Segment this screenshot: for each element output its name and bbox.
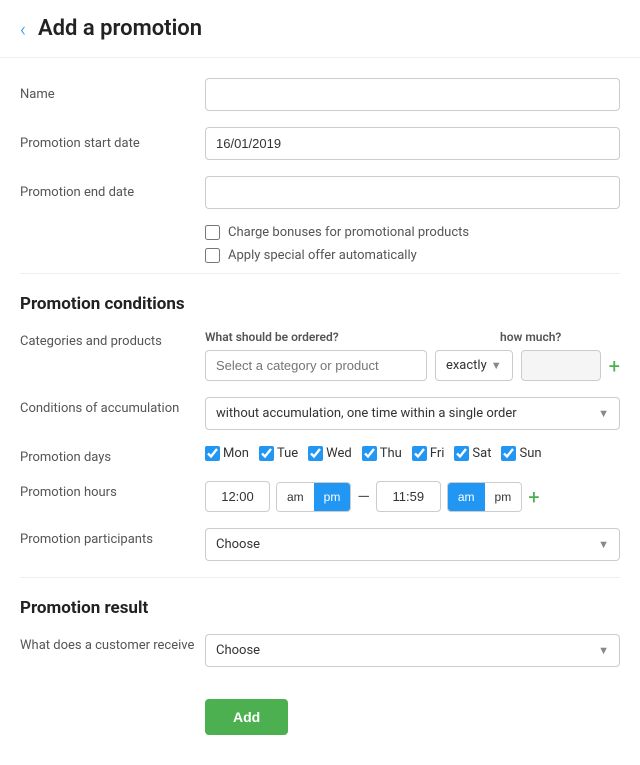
start-date-input[interactable] bbox=[205, 127, 620, 160]
charge-bonuses-row: Charge bonuses for promotional products bbox=[20, 225, 620, 240]
receives-label: What does a customer receive bbox=[20, 634, 205, 653]
end-pm-button[interactable]: pm bbox=[485, 483, 522, 511]
day-tue-label: Tue bbox=[277, 446, 298, 461]
category-input[interactable] bbox=[205, 350, 427, 381]
day-fri: Fri bbox=[412, 446, 445, 461]
start-ampm-group: am pm bbox=[276, 482, 351, 512]
day-fri-label: Fri bbox=[430, 446, 445, 461]
receives-content: Choose ▼ bbox=[205, 634, 620, 667]
day-sun: Sun bbox=[501, 446, 541, 461]
result-section-title: Promotion result bbox=[20, 598, 620, 618]
start-date-label: Promotion start date bbox=[20, 136, 205, 151]
accumulation-select[interactable]: without accumulation, one time within a … bbox=[205, 397, 620, 430]
day-fri-checkbox[interactable] bbox=[412, 446, 427, 461]
hours-controls: am pm — am pm + bbox=[205, 481, 620, 512]
add-hours-plus-icon[interactable]: + bbox=[528, 487, 539, 507]
participants-chevron-icon: ▼ bbox=[598, 538, 609, 551]
start-pm-button[interactable]: pm bbox=[314, 483, 351, 511]
start-time-input[interactable] bbox=[205, 481, 270, 512]
day-mon-label: Mon bbox=[223, 446, 249, 461]
time-dash: — bbox=[357, 487, 370, 506]
exactly-label: exactly bbox=[446, 358, 487, 373]
back-icon[interactable]: ‹ bbox=[20, 17, 26, 41]
accumulation-value: without accumulation, one time within a … bbox=[216, 406, 517, 421]
categories-row: Categories and products What should be o… bbox=[20, 330, 620, 381]
end-ampm-group: am pm bbox=[447, 482, 522, 512]
end-date-label: Promotion end date bbox=[20, 185, 205, 200]
accumulation-content: without accumulation, one time within a … bbox=[205, 397, 620, 430]
day-thu: Thu bbox=[362, 446, 402, 461]
apply-special-row: Apply special offer automatically bbox=[20, 248, 620, 263]
end-time-input[interactable] bbox=[376, 481, 441, 512]
start-am-button[interactable]: am bbox=[277, 483, 314, 511]
receives-value: Choose bbox=[216, 643, 260, 658]
end-date-input[interactable] bbox=[205, 176, 620, 209]
exactly-dropdown[interactable]: exactly ▼ bbox=[435, 350, 513, 381]
day-sat-checkbox[interactable] bbox=[454, 446, 469, 461]
how-much-label: how much? bbox=[500, 330, 620, 344]
accumulation-row: Conditions of accumulation without accum… bbox=[20, 397, 620, 430]
day-sat: Sat bbox=[454, 446, 491, 461]
categories-content: What should be ordered? how much? exactl… bbox=[205, 330, 620, 381]
header: ‹ Add a promotion bbox=[0, 0, 640, 58]
hours-label: Promotion hours bbox=[20, 481, 205, 500]
day-sun-label: Sun bbox=[519, 446, 541, 461]
participants-label: Promotion participants bbox=[20, 528, 205, 547]
day-wed: Wed bbox=[308, 446, 352, 461]
hours-row: Promotion hours am pm — am pm + bbox=[20, 481, 620, 512]
receives-row: What does a customer receive Choose ▼ bbox=[20, 634, 620, 667]
day-wed-label: Wed bbox=[326, 446, 352, 461]
receives-chevron-icon: ▼ bbox=[598, 644, 609, 657]
participants-content: Choose ▼ bbox=[205, 528, 620, 561]
charge-bonuses-checkbox[interactable] bbox=[205, 225, 220, 240]
sub-labels: What should be ordered? how much? bbox=[205, 330, 620, 344]
accumulation-label: Conditions of accumulation bbox=[20, 397, 205, 416]
categories-label: Categories and products bbox=[20, 330, 205, 349]
day-mon-checkbox[interactable] bbox=[205, 446, 220, 461]
accumulation-chevron-icon: ▼ bbox=[598, 407, 609, 420]
day-sun-checkbox[interactable] bbox=[501, 446, 516, 461]
day-thu-label: Thu bbox=[380, 446, 402, 461]
day-thu-checkbox[interactable] bbox=[362, 446, 377, 461]
day-tue-checkbox[interactable] bbox=[259, 446, 274, 461]
page-title: Add a promotion bbox=[38, 16, 202, 41]
add-button[interactable]: Add bbox=[205, 699, 288, 735]
what-ordered-label: What should be ordered? bbox=[205, 330, 492, 344]
day-wed-checkbox[interactable] bbox=[308, 446, 323, 461]
days-row: Promotion days Mon Tue Wed Thu Fri bbox=[20, 446, 620, 465]
receives-select[interactable]: Choose ▼ bbox=[205, 634, 620, 667]
apply-special-checkbox[interactable] bbox=[205, 248, 220, 263]
quantity-input[interactable] bbox=[521, 350, 601, 381]
conditions-section-title: Promotion conditions bbox=[20, 294, 620, 314]
participants-value: Choose bbox=[216, 537, 260, 552]
exactly-chevron-icon: ▼ bbox=[491, 359, 502, 372]
name-input[interactable] bbox=[205, 78, 620, 111]
hours-content: am pm — am pm + bbox=[205, 481, 620, 512]
participants-select[interactable]: Choose ▼ bbox=[205, 528, 620, 561]
participants-row: Promotion participants Choose ▼ bbox=[20, 528, 620, 561]
day-tue: Tue bbox=[259, 446, 298, 461]
apply-special-label: Apply special offer automatically bbox=[228, 248, 417, 263]
day-mon: Mon bbox=[205, 446, 249, 461]
start-date-row: Promotion start date bbox=[20, 127, 620, 160]
days-content: Mon Tue Wed Thu Fri Sat bbox=[205, 446, 620, 461]
add-category-plus-icon[interactable]: + bbox=[609, 356, 620, 376]
day-sat-label: Sat bbox=[472, 446, 491, 461]
name-row: Name bbox=[20, 78, 620, 111]
name-label: Name bbox=[20, 87, 205, 102]
end-am-button[interactable]: am bbox=[448, 483, 485, 511]
days-label: Promotion days bbox=[20, 446, 205, 465]
charge-bonuses-label: Charge bonuses for promotional products bbox=[228, 225, 469, 240]
end-date-row: Promotion end date bbox=[20, 176, 620, 209]
category-row: exactly ▼ + bbox=[205, 350, 620, 381]
